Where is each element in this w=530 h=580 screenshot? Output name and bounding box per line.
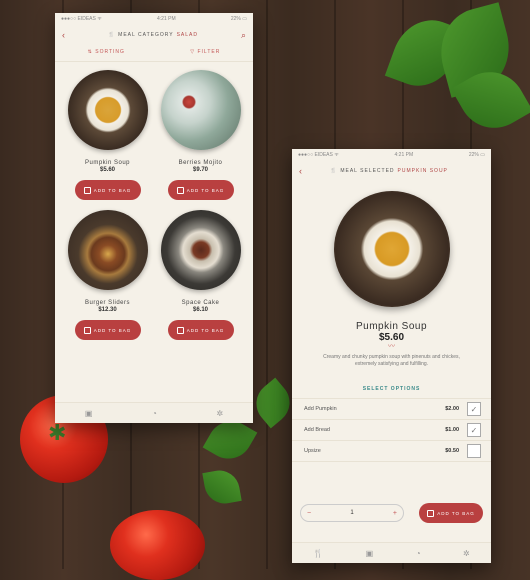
item-price: $5.60 xyxy=(99,167,115,173)
quantity-value: 1 xyxy=(350,510,354,516)
option-row-add-bread[interactable]: Add Bread $1.00 ✓ xyxy=(292,419,491,440)
bag-icon xyxy=(83,186,91,194)
menu-card-berries-mojito[interactable]: Berries Mojito $9.70 ADD TO BAG xyxy=(154,70,247,200)
product-name: Pumpkin Soup xyxy=(355,321,428,332)
option-checkbox[interactable]: ✓ xyxy=(467,423,481,437)
purchase-row: − 1 + ADD TO BAG xyxy=(292,503,491,523)
item-name: Burger Sliders xyxy=(84,300,130,306)
carrier-signal: ●●●○○ EIDEAS ᯤ xyxy=(298,152,339,158)
button-label: ADD TO BAG xyxy=(186,327,225,333)
bag-icon xyxy=(176,186,184,194)
cutlery-icon: 🍴 xyxy=(107,32,116,38)
filter-label: FILTER xyxy=(197,49,221,55)
menu-grid: Pumpkin Soup $5.60 ADD TO BAG Berries Mo… xyxy=(55,62,253,340)
product-price: $5.60 xyxy=(378,332,405,343)
option-checkbox[interactable] xyxy=(467,444,481,458)
option-price: $1.00 xyxy=(445,427,459,433)
menu-card-pumpkin-soup[interactable]: Pumpkin Soup $5.60 ADD TO BAG xyxy=(61,70,154,200)
item-price: $6.10 xyxy=(192,307,208,313)
add-to-bag-button[interactable]: ADD TO BAG xyxy=(74,180,141,200)
back-chevron-icon[interactable]: ‹ xyxy=(62,30,65,40)
sorting-button[interactable]: ⇅ SORTING xyxy=(88,49,125,55)
tab-clock-icon[interactable]: ◔ xyxy=(416,549,421,558)
filter-button[interactable]: ▽ FILTER xyxy=(190,49,220,55)
option-label: Add Pumpkin xyxy=(304,406,337,412)
squiggle-divider-icon: 〰 xyxy=(388,343,395,350)
options-title: SELECT OPTIONS xyxy=(362,386,421,392)
title-prefix: MEAL SELECTED xyxy=(340,168,395,174)
decrement-button[interactable]: − xyxy=(307,510,311,517)
status-bar: ●●●○○ EIDEAS ᯤ 4:21 PM 22% ▭ xyxy=(292,149,491,161)
menu-list-screen: ●●●○○ EIDEAS ᯤ 4:21 PM 22% ▭ ‹ 🍴 MEAL CA… xyxy=(55,13,253,423)
option-checkbox[interactable]: ✓ xyxy=(467,402,481,416)
filter-bar: ⇅ SORTING ▽ FILTER xyxy=(55,45,253,62)
berries-mojito-image[interactable] xyxy=(160,70,241,150)
option-row-upsize[interactable]: Upsize $0.50 xyxy=(292,440,491,462)
carrier-signal: ●●●○○ EIDEAS ᯤ xyxy=(61,16,102,22)
status-bar: ●●●○○ EIDEAS ᯤ 4:21 PM 22% ▭ xyxy=(55,13,253,25)
battery-indicator: 22% ▭ xyxy=(230,16,247,22)
sorting-label: SORTING xyxy=(95,49,125,55)
parsley-leaf xyxy=(202,467,242,507)
quantity-stepper: − 1 + xyxy=(300,504,404,522)
tab-clock-icon[interactable]: ◔ xyxy=(152,409,157,418)
option-price: $0.50 xyxy=(445,448,459,454)
tab-bag-icon[interactable]: ▣ xyxy=(85,409,93,418)
button-label: ADD TO BAG xyxy=(186,187,225,193)
option-label: Add Bread xyxy=(304,427,330,433)
menu-card-space-cake[interactable]: Space Cake $6.10 ADD TO BAG xyxy=(154,210,247,340)
tab-bar: 🍴 ▣ ◔ ✲ xyxy=(292,542,491,563)
back-chevron-icon[interactable]: ‹ xyxy=(299,166,302,176)
item-name: Space Cake xyxy=(181,300,220,306)
tab-menu-icon[interactable]: 🍴 xyxy=(313,549,323,558)
option-label: Upsize xyxy=(304,448,321,454)
item-name: Pumpkin Soup xyxy=(84,160,131,166)
wood-grain xyxy=(266,0,268,569)
title-meal: PUMPKIN SOUP xyxy=(397,168,448,174)
cutlery-icon: 🍴 xyxy=(330,168,338,174)
status-time: 4:21 PM xyxy=(394,152,414,158)
nav-bar: ‹ 🍴 MEAL CATEGORY SALAD ⌕ xyxy=(55,25,253,45)
page-title: 🍴 MEAL CATEGORY SALAD xyxy=(108,32,198,38)
button-label: ADD TO BAG xyxy=(93,187,132,193)
button-label: ADD TO BAG xyxy=(93,327,132,333)
tab-settings-icon[interactable]: ✲ xyxy=(216,409,223,418)
item-name: Berries Mojito xyxy=(178,160,223,166)
item-price: $9.70 xyxy=(192,167,208,173)
search-icon[interactable]: ⌕ xyxy=(241,30,246,41)
tab-settings-icon[interactable]: ✲ xyxy=(463,549,470,558)
tomato xyxy=(110,510,205,580)
nav-bar: ‹ 🍴 MEAL SELECTED PUMPKIN SOUP xyxy=(292,161,491,181)
burger-sliders-image[interactable] xyxy=(67,210,148,290)
menu-card-burger-sliders[interactable]: Burger Sliders $12.30 ADD TO BAG xyxy=(61,210,154,340)
item-price: $12.30 xyxy=(98,307,117,313)
bag-icon xyxy=(176,326,184,334)
parsley-leaf xyxy=(247,377,299,429)
page-title: 🍴 MEAL SELECTED PUMPKIN SOUP xyxy=(330,168,448,174)
tab-bag-icon[interactable]: ▣ xyxy=(366,549,374,558)
tomato-stem: ✱ xyxy=(48,420,67,445)
increment-button[interactable]: + xyxy=(393,510,397,517)
bag-icon xyxy=(83,326,91,334)
button-label: ADD TO BAG xyxy=(437,510,475,516)
tab-bar: ▣ ◔ ✲ xyxy=(55,402,253,423)
add-to-bag-button[interactable]: ADD TO BAG xyxy=(167,320,234,340)
option-price: $2.00 xyxy=(445,406,459,412)
add-to-bag-button[interactable]: ADD TO BAG xyxy=(419,503,483,523)
options-list: Add Pumpkin $2.00 ✓ Add Bread $1.00 ✓ Up… xyxy=(292,398,491,462)
status-time: 4:21 PM xyxy=(157,16,176,22)
bag-icon xyxy=(427,509,435,517)
space-cake-image[interactable] xyxy=(160,210,241,290)
meal-detail-screen: ●●●○○ EIDEAS ᯤ 4:21 PM 22% ▭ ‹ 🍴 MEAL SE… xyxy=(292,149,491,563)
title-category: SALAD xyxy=(176,32,198,38)
title-prefix: MEAL CATEGORY xyxy=(118,32,174,38)
option-row-add-pumpkin[interactable]: Add Pumpkin $2.00 ✓ xyxy=(292,398,491,419)
pumpkin-soup-image xyxy=(333,191,450,307)
add-to-bag-button[interactable]: ADD TO BAG xyxy=(74,320,141,340)
product-description: Creamy and chunky pumpkin soup with pine… xyxy=(323,354,460,367)
pumpkin-soup-image[interactable] xyxy=(67,70,148,150)
add-to-bag-button[interactable]: ADD TO BAG xyxy=(167,180,234,200)
battery-indicator: 22% ▭ xyxy=(468,152,485,158)
